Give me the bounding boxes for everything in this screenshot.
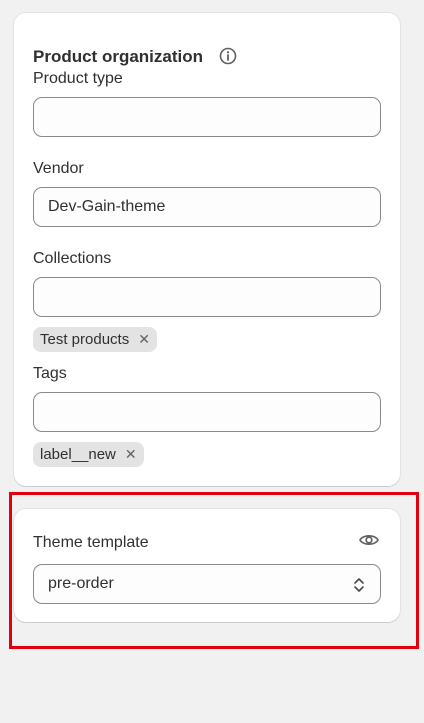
tags-input[interactable] xyxy=(48,403,366,421)
product-type-input[interactable] xyxy=(48,108,366,126)
product-organization-card: Product organization Product type Vendor… xyxy=(14,13,400,486)
product-tag-label: label__new xyxy=(40,446,116,463)
tags-field[interactable] xyxy=(33,392,381,432)
theme-template-label: Theme template xyxy=(33,534,149,551)
product-tag: label__new ✕ xyxy=(33,442,144,467)
vendor-label: Vendor xyxy=(33,160,84,177)
remove-collection-tag-icon[interactable]: ✕ xyxy=(138,331,150,348)
collections-input[interactable] xyxy=(48,288,366,306)
card-title: Product organization xyxy=(33,47,203,66)
collection-tag: Test products ✕ xyxy=(33,327,157,352)
theme-template-select[interactable]: pre-order xyxy=(33,564,381,604)
product-type-field[interactable] xyxy=(33,97,381,137)
select-arrows-icon xyxy=(352,575,366,595)
vendor-field[interactable] xyxy=(33,187,381,227)
collections-field[interactable] xyxy=(33,277,381,317)
product-type-label: Product type xyxy=(33,70,123,87)
tags-label: Tags xyxy=(33,365,67,382)
remove-product-tag-icon[interactable]: ✕ xyxy=(125,446,137,463)
info-icon[interactable] xyxy=(218,46,238,66)
vendor-input[interactable] xyxy=(48,198,366,216)
collection-tag-label: Test products xyxy=(40,331,130,348)
eye-icon[interactable] xyxy=(358,529,380,551)
theme-template-card: Theme template pre-order xyxy=(14,509,400,622)
collections-label: Collections xyxy=(33,250,112,267)
theme-template-selected: pre-order xyxy=(48,575,114,592)
